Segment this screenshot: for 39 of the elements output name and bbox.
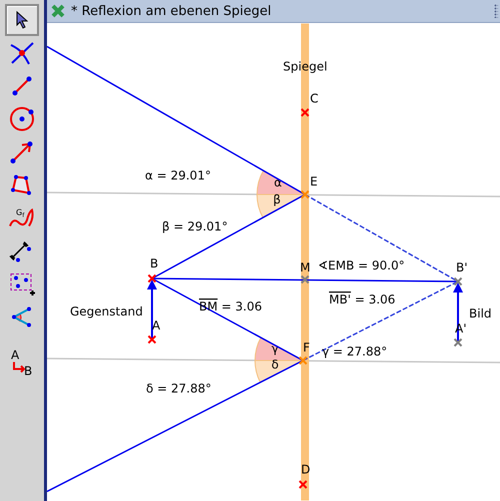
circle-icon <box>8 105 36 133</box>
object-label: Gegenstand <box>70 304 143 318</box>
point-marker <box>148 335 156 344</box>
object-label: Bild <box>469 306 492 320</box>
angle-sector <box>256 194 306 218</box>
segment-icon <box>11 75 33 97</box>
point-label: F <box>303 340 310 354</box>
point-label: C <box>310 92 318 106</box>
window-title: * Reflexion am ebenen Spiegel <box>71 4 272 18</box>
point-label: D <box>301 462 310 476</box>
polygon-icon <box>10 174 34 196</box>
point-label: B' <box>456 260 468 274</box>
point-group-icon <box>9 271 35 297</box>
measurement-label: α = 29.01° <box>145 168 211 182</box>
point-marker <box>300 275 310 284</box>
point-marker <box>298 356 308 365</box>
intersection-icon <box>9 41 35 65</box>
angle-symbol: β <box>273 192 281 206</box>
cursor-icon <box>16 11 28 29</box>
angle-sector <box>254 360 304 383</box>
angle-symbol: α <box>274 176 282 190</box>
measurement-label: δ = 27.88° <box>146 382 212 396</box>
point-label: B <box>150 256 158 270</box>
measurement-label: β = 29.01° <box>162 220 228 234</box>
mirror-label: Spiegel <box>283 60 328 74</box>
point-marker <box>300 190 310 199</box>
point-marker <box>300 108 310 117</box>
point-marker <box>454 277 462 286</box>
measurement-label: ∢EMB = 90.0° <box>318 258 405 272</box>
angle-symbol: δ <box>271 358 279 372</box>
point-label: E <box>310 174 318 188</box>
point-marker <box>148 274 156 283</box>
point-marker <box>298 480 308 489</box>
vector-icon <box>10 140 34 164</box>
tool-button[interactable] <box>5 4 39 36</box>
angle-icon <box>10 306 34 328</box>
measurement-label: MB' = 3.06 <box>329 292 396 306</box>
point-label: M <box>300 260 310 274</box>
point-marker <box>454 338 462 347</box>
